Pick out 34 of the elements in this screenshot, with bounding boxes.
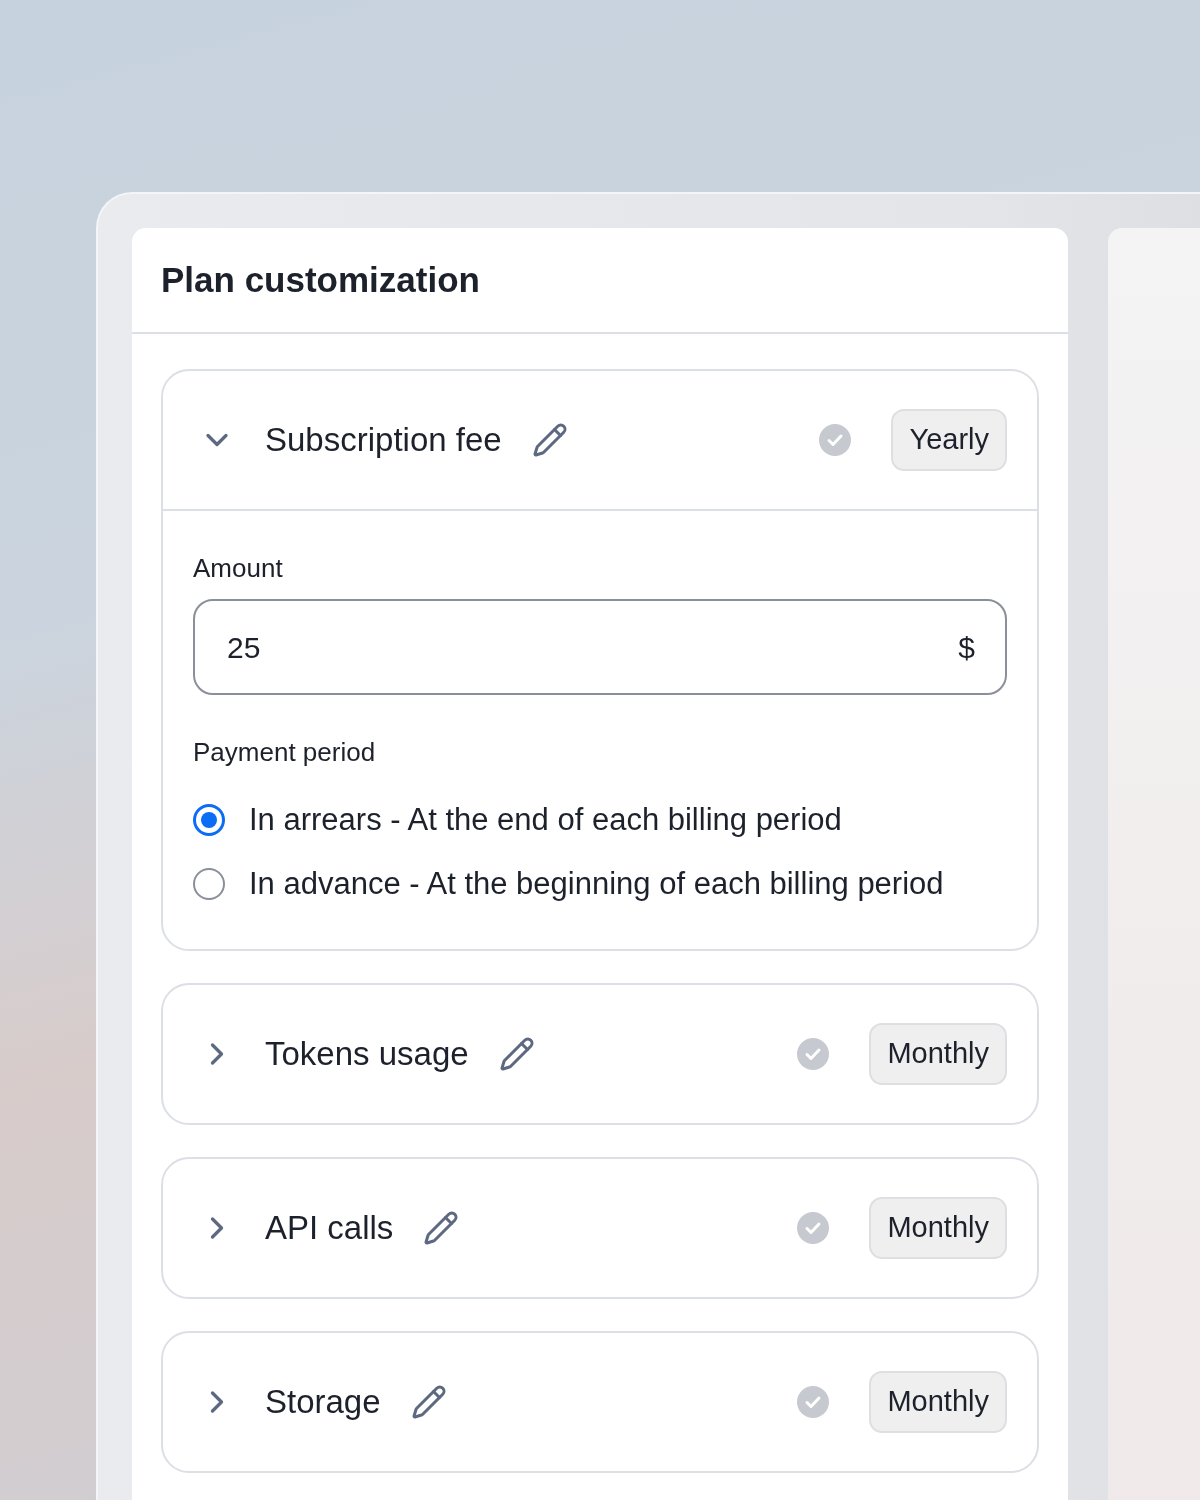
check-circle-icon [819, 424, 852, 456]
section-title: Storage [265, 1382, 381, 1423]
edit-button[interactable] [498, 1036, 535, 1072]
panel-title: Plan customization [161, 258, 480, 301]
section-header[interactable]: Tokens usage Monthly [163, 985, 1037, 1123]
section-header[interactable]: API calls Monthly [163, 1159, 1037, 1297]
radio-button[interactable] [193, 868, 225, 900]
check-circle-icon [797, 1212, 830, 1244]
section-title: Tokens usage [265, 1034, 469, 1075]
pencil-icon [423, 1210, 460, 1246]
period-badge: Monthly [869, 1023, 1007, 1085]
edit-button[interactable] [410, 1384, 447, 1420]
section-header[interactable]: Subscription fee Yearly [163, 371, 1037, 511]
pencil-icon [410, 1384, 447, 1420]
radio-label: In advance - At the beginning of each billing period [249, 864, 944, 903]
amount-field[interactable]: 25 $ [193, 599, 1007, 695]
payment-period-label: Payment period [193, 736, 376, 769]
edit-button[interactable] [531, 422, 568, 458]
period-badge: Monthly [869, 1197, 1007, 1259]
section-title: API calls [265, 1208, 394, 1249]
currency-symbol: $ [958, 629, 975, 666]
check-circle-icon [797, 1038, 830, 1070]
period-badge: Monthly [869, 1371, 1007, 1433]
section-title: Subscription fee [265, 420, 502, 461]
period-badge: Yearly [891, 409, 1007, 471]
edit-button[interactable] [423, 1210, 460, 1246]
amount-label: Amount [193, 552, 283, 585]
pencil-icon [531, 422, 568, 458]
radio-label: In arrears - At the end of each billing period [249, 800, 842, 839]
amount-input[interactable]: 25 [227, 624, 261, 670]
section-header[interactable]: Storage Monthly [163, 1333, 1037, 1471]
check-circle-icon [797, 1386, 830, 1418]
pencil-icon [498, 1036, 535, 1072]
radio-button[interactable] [193, 804, 225, 836]
